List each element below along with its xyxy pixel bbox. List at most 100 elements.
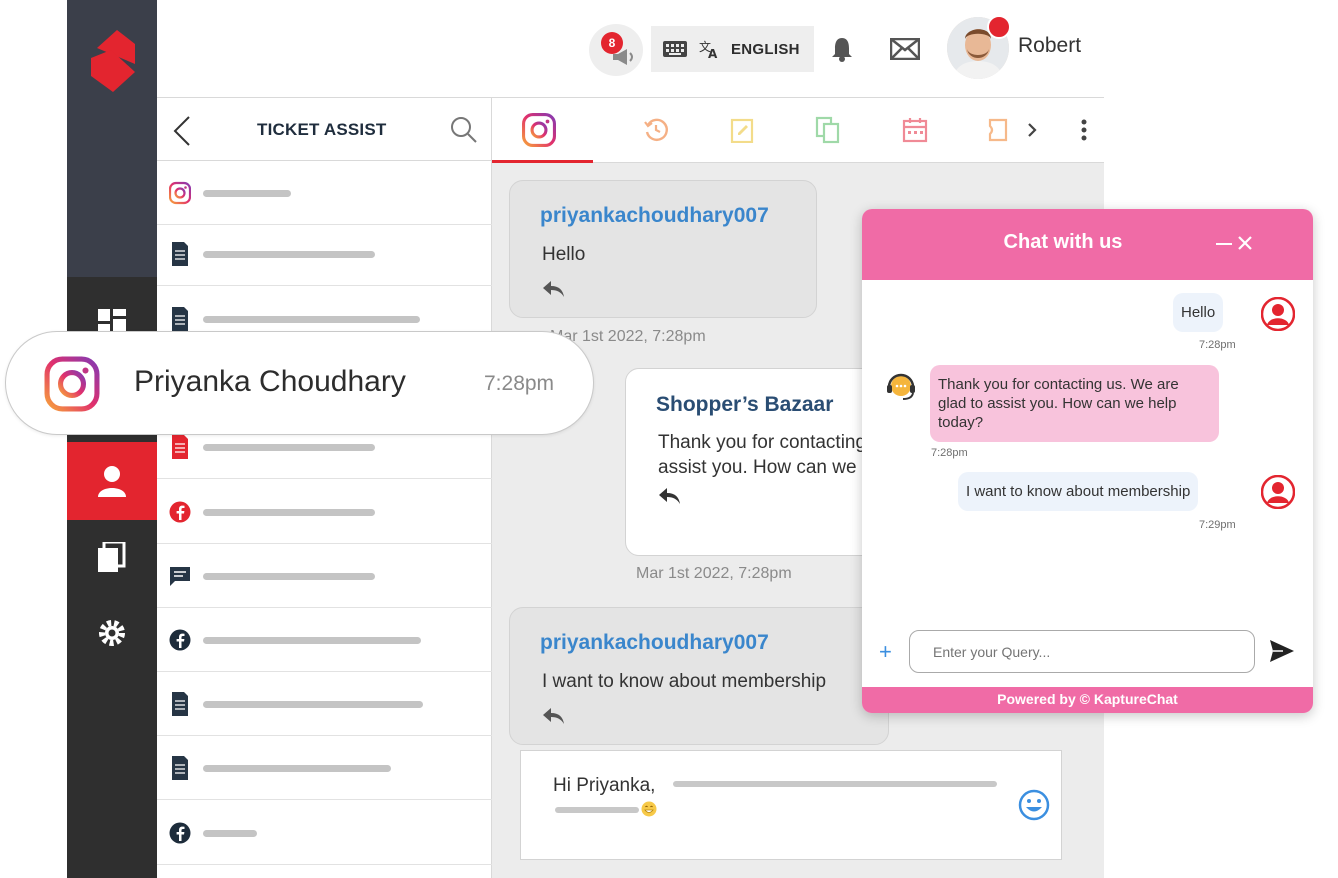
instagram-icon xyxy=(522,113,556,147)
widget-footer: Powered by © KaptureChat xyxy=(862,687,1313,713)
avatar-status-badge xyxy=(987,15,1011,39)
user-avatar-icon xyxy=(1261,475,1295,509)
message-timestamp: Mar 1st 2022, 7:28pm xyxy=(636,565,792,582)
tab-ticket[interactable] xyxy=(980,112,1016,148)
document-icon xyxy=(172,307,188,331)
copy-icon xyxy=(815,116,840,144)
ticket-placeholder-bar xyxy=(203,830,257,837)
incoming-message: priyankachoudhary007 I want to know abou… xyxy=(509,607,889,745)
history-icon xyxy=(644,118,668,141)
channel-tabs xyxy=(492,98,1104,163)
send-icon[interactable] xyxy=(1269,639,1295,663)
language-selector[interactable]: 文A ENGLISH xyxy=(651,26,814,72)
top-bar: 8 文A ENGLISH Robert xyxy=(157,0,1104,98)
message-sender: priyankachoudhary007 xyxy=(540,631,769,654)
ticket-placeholder-bar xyxy=(203,701,423,708)
chevron-right-icon xyxy=(1028,123,1037,137)
more-options-button[interactable] xyxy=(1066,112,1102,148)
reply-icon[interactable] xyxy=(658,487,682,505)
chat-icon xyxy=(170,567,190,586)
ticket-placeholder-bar xyxy=(203,509,375,516)
contact-highlight-pill[interactable]: Priyanka Choudhary 7:28pm xyxy=(5,331,594,435)
ticket-placeholder-bar xyxy=(203,190,291,197)
ticket-placeholder-bar xyxy=(203,637,421,644)
ticket-row[interactable] xyxy=(157,480,492,544)
tabs-scroll-right[interactable] xyxy=(1014,112,1050,148)
keyboard-icon xyxy=(663,41,687,57)
ticket-placeholder-bar xyxy=(203,251,375,258)
user-name: Robert xyxy=(1018,34,1082,57)
smile-emoji-icon xyxy=(641,801,657,817)
chat-widget: Chat with us Hello 7:28pm Thank you for … xyxy=(862,209,1313,713)
brand-logo-icon xyxy=(91,30,135,92)
ticket-row[interactable] xyxy=(157,736,492,800)
attach-plus-icon[interactable]: + xyxy=(879,639,892,665)
chat-widget-header: Chat with us xyxy=(862,209,1313,280)
agent-headset-icon xyxy=(887,373,915,400)
widget-user-message: Hello xyxy=(1173,293,1224,332)
mail-icon[interactable] xyxy=(890,38,920,60)
ticket-icon xyxy=(988,118,1008,142)
ticket-placeholder-bar xyxy=(203,573,375,580)
facebook-icon xyxy=(169,629,191,651)
announcement-button[interactable]: 8 xyxy=(589,24,643,76)
calendar-icon xyxy=(902,118,928,143)
svg-text:A: A xyxy=(708,47,718,59)
ticket-row[interactable] xyxy=(157,608,492,672)
incoming-message: priyankachoudhary007 Hello xyxy=(509,180,817,318)
bell-icon[interactable] xyxy=(831,36,853,62)
tab-calendar[interactable] xyxy=(897,112,933,148)
translate-icon: 文A xyxy=(699,39,718,59)
widget-message-time: 7:28pm xyxy=(931,447,968,459)
instagram-icon xyxy=(44,356,100,412)
tab-notes[interactable] xyxy=(724,112,760,148)
app-screenshot: 8 文A ENGLISH Robert TICKET ASSIST priyan… xyxy=(0,0,1338,878)
back-arrow-icon[interactable] xyxy=(173,116,191,146)
contacts-icon[interactable] xyxy=(67,442,157,520)
tab-copies[interactable] xyxy=(810,112,846,148)
contact-name: Priyanka Choudhary xyxy=(134,365,406,398)
reply-icon[interactable] xyxy=(542,707,566,725)
ticket-row[interactable] xyxy=(157,801,492,865)
message-text: Hello xyxy=(542,244,586,265)
language-label: ENGLISH xyxy=(731,40,800,58)
more-vertical-icon xyxy=(1081,119,1087,141)
widget-agent-message: Thank you for contacting us. We are glad… xyxy=(930,365,1219,442)
chat-widget-title: Chat with us xyxy=(1003,231,1123,253)
active-tab-indicator xyxy=(492,160,593,163)
widget-query-input[interactable] xyxy=(909,630,1255,673)
tab-instagram[interactable] xyxy=(521,112,557,148)
settings-gear-icon[interactable] xyxy=(67,594,157,672)
ticket-row[interactable] xyxy=(157,222,492,286)
ticket-panel-title: TICKET ASSIST xyxy=(257,120,387,139)
widget-user-message: I want to know about membership xyxy=(958,472,1199,511)
facebook-icon xyxy=(169,501,191,523)
user-avatar-icon xyxy=(1261,297,1295,331)
reply-icon[interactable] xyxy=(542,280,566,298)
ticket-placeholder-bar xyxy=(203,765,391,772)
rail-top-section xyxy=(67,0,157,277)
document-icon xyxy=(172,242,188,266)
left-nav-rail xyxy=(67,0,157,878)
close-icon[interactable] xyxy=(1237,235,1253,251)
ticket-list-header: TICKET ASSIST xyxy=(157,98,492,161)
ticket-placeholder-bar xyxy=(203,316,420,323)
composer-placeholder-bar xyxy=(673,781,997,787)
facebook-icon xyxy=(169,822,191,844)
composer-placeholder-bar xyxy=(555,807,639,813)
document-icon xyxy=(172,435,188,459)
ticket-list-panel: TICKET ASSIST xyxy=(157,98,492,878)
document-icon xyxy=(172,692,188,716)
notes-icon xyxy=(730,118,754,143)
ticket-row[interactable] xyxy=(157,544,492,608)
ticket-row[interactable] xyxy=(157,672,492,736)
reply-composer[interactable]: Hi Priyanka, xyxy=(520,750,1062,860)
tab-history[interactable] xyxy=(638,112,674,148)
megaphone-icon xyxy=(613,49,633,65)
ticket-row[interactable] xyxy=(157,161,492,225)
minimize-icon[interactable] xyxy=(1216,242,1232,246)
files-icon[interactable] xyxy=(67,518,157,596)
emoji-picker-icon[interactable] xyxy=(1018,789,1050,821)
search-icon[interactable] xyxy=(450,116,478,144)
message-sender: Shopper’s Bazaar xyxy=(656,393,834,416)
